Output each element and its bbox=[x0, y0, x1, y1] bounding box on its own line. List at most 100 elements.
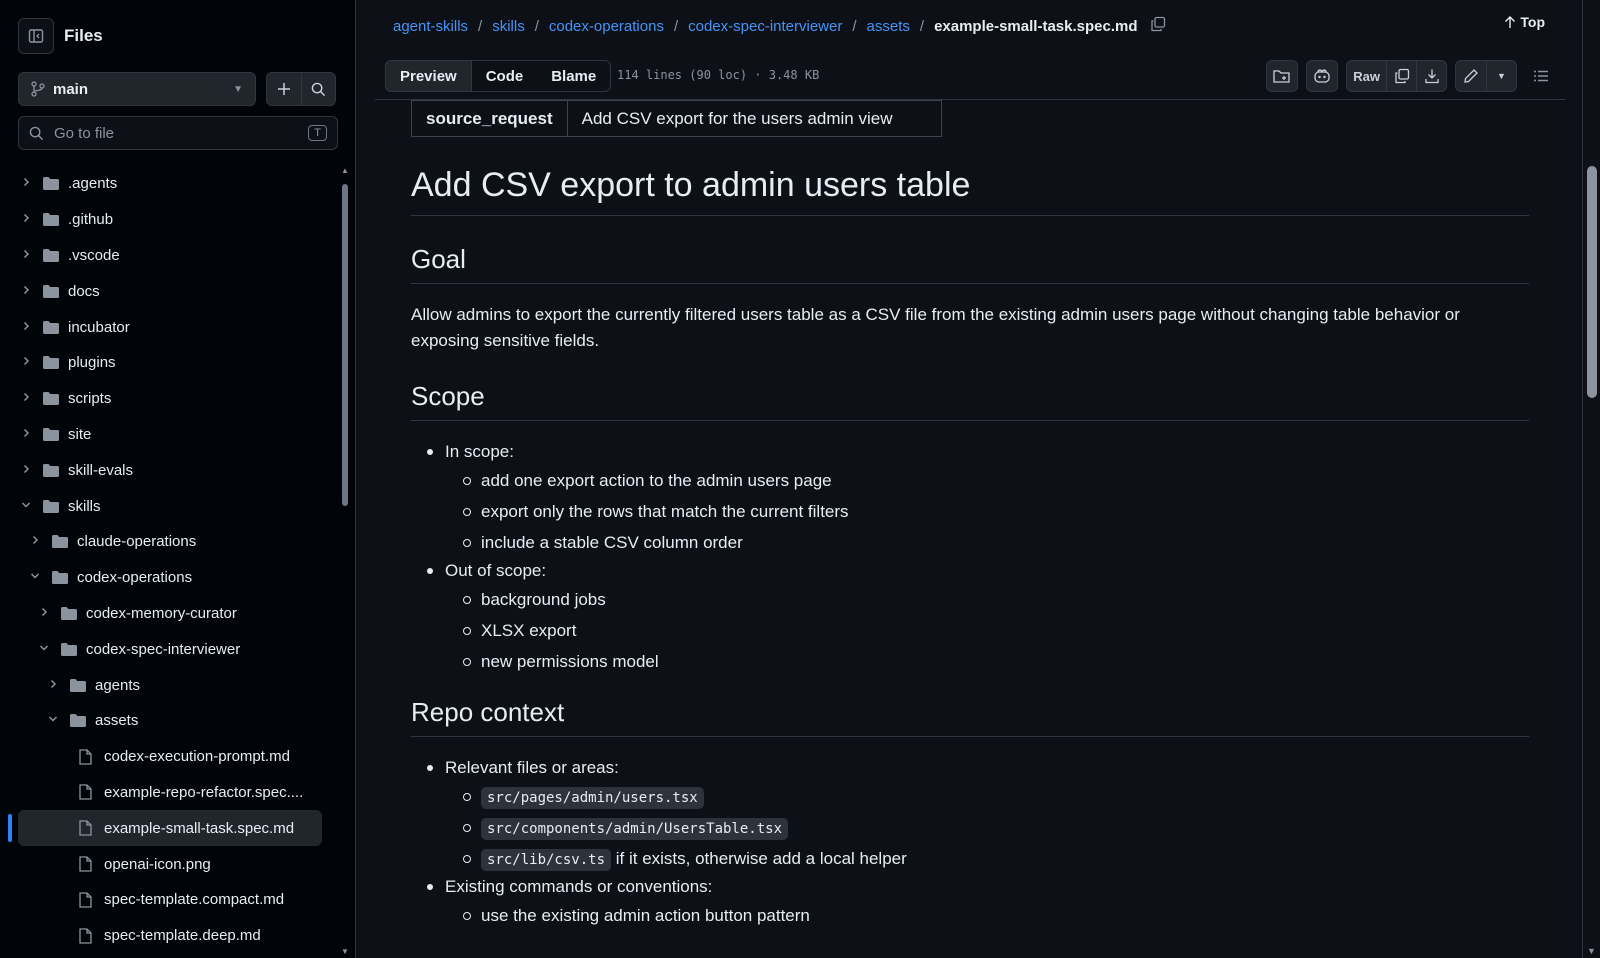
chevron-right-icon[interactable] bbox=[18, 249, 34, 262]
tree-file[interactable]: openai-icon.png bbox=[0, 846, 338, 882]
folder-icon bbox=[42, 319, 62, 335]
search-icon bbox=[311, 82, 326, 96]
edit-button[interactable] bbox=[1456, 61, 1486, 91]
branch-name: main bbox=[53, 80, 89, 98]
edit-menu-button[interactable]: ▼ bbox=[1486, 61, 1516, 91]
main-scrollbar[interactable]: ▼ bbox=[1582, 0, 1600, 958]
tree-folder[interactable]: claude-operations bbox=[0, 524, 338, 560]
chevron-down-icon[interactable] bbox=[18, 500, 34, 513]
breadcrumb-link[interactable]: skills bbox=[492, 18, 525, 35]
tree-folder[interactable]: assets bbox=[0, 703, 338, 739]
tree-folder[interactable]: skill-evals bbox=[0, 452, 338, 488]
tree-folder[interactable]: .vscode bbox=[0, 238, 338, 274]
tree-folder[interactable]: site bbox=[0, 417, 338, 453]
search-button[interactable] bbox=[301, 73, 335, 105]
sidebar-header: Files bbox=[18, 18, 103, 54]
chevron-right-icon[interactable] bbox=[18, 392, 34, 405]
chevron-right-icon[interactable] bbox=[18, 356, 34, 369]
raw-button[interactable]: Raw bbox=[1347, 61, 1386, 91]
top-button[interactable]: Top bbox=[1504, 14, 1545, 30]
scroll-down-icon[interactable]: ▼ bbox=[341, 947, 349, 956]
list-outline-icon bbox=[1534, 70, 1548, 82]
caret-down-icon: ▼ bbox=[1497, 71, 1506, 81]
tree-folder[interactable]: codex-memory-curator bbox=[0, 596, 338, 632]
chevron-right-icon[interactable] bbox=[45, 679, 61, 692]
branch-selector[interactable]: main ▼ bbox=[18, 72, 256, 106]
view-tabs: Preview Code Blame bbox=[385, 60, 612, 92]
chevron-down-icon[interactable] bbox=[36, 643, 52, 656]
tree-file[interactable]: spec-template.deep.md bbox=[0, 918, 338, 954]
main-scroll-thumb[interactable] bbox=[1587, 166, 1597, 398]
chevron-right-icon[interactable] bbox=[18, 321, 34, 334]
tab-blame[interactable]: Blame bbox=[537, 61, 610, 91]
tree-item-label: .agents bbox=[68, 175, 118, 193]
list-item: Relevant files or areas: src/pages/admin… bbox=[425, 755, 907, 874]
chevron-right-icon[interactable] bbox=[36, 607, 52, 620]
scroll-down-icon[interactable]: ▼ bbox=[1587, 946, 1596, 956]
copy-raw-button[interactable] bbox=[1386, 61, 1416, 91]
breadcrumb-link[interactable]: codex-operations bbox=[549, 18, 664, 35]
open-symbols-button[interactable] bbox=[1266, 60, 1299, 92]
tree-item-label: example-repo-refactor.spec.... bbox=[104, 783, 304, 801]
sidebar-scrollbar[interactable]: ▲ ▼ bbox=[340, 166, 350, 958]
breadcrumb-link[interactable]: codex-spec-interviewer bbox=[688, 18, 842, 35]
tree-file[interactable]: example-repo-refactor.spec.... bbox=[0, 775, 338, 811]
breadcrumb-current: example-small-task.spec.md bbox=[934, 17, 1138, 35]
tree-folder[interactable]: .agents bbox=[0, 166, 338, 202]
sidebar-scroll-thumb[interactable] bbox=[342, 184, 348, 506]
tree-folder[interactable]: skills bbox=[0, 488, 338, 524]
scope-heading: Scope bbox=[411, 381, 1529, 421]
folder-icon bbox=[42, 212, 62, 228]
in-scope-label: In scope: bbox=[445, 442, 514, 461]
tab-code[interactable]: Code bbox=[472, 61, 538, 91]
tree-folder[interactable]: incubator bbox=[0, 309, 338, 345]
scroll-up-icon[interactable]: ▲ bbox=[341, 166, 349, 175]
list-item: Existing commands or conventions: use th… bbox=[425, 874, 907, 931]
tree-item-label: docs bbox=[68, 282, 100, 300]
chevron-right-icon[interactable] bbox=[18, 213, 34, 226]
copy-path-button[interactable] bbox=[1150, 16, 1166, 36]
file-path: src/pages/admin/users.tsx bbox=[481, 787, 704, 809]
breadcrumb-link[interactable]: assets bbox=[867, 18, 910, 35]
copilot-button[interactable] bbox=[1306, 60, 1339, 92]
tree-item-label: codex-execution-prompt.md bbox=[104, 748, 290, 766]
tree-file[interactable]: codex-execution-prompt.md bbox=[0, 739, 338, 775]
tree-folder[interactable]: codex-operations bbox=[0, 560, 338, 596]
chevron-right-icon[interactable] bbox=[18, 464, 34, 477]
chevron-right-icon[interactable] bbox=[18, 285, 34, 298]
go-to-file-input[interactable]: Go to file T bbox=[18, 116, 338, 150]
out-scope-label: Out of scope: bbox=[445, 561, 547, 580]
outline-button[interactable] bbox=[1525, 60, 1557, 92]
collapse-sidebar-button[interactable] bbox=[18, 18, 54, 54]
chevron-right-icon[interactable] bbox=[18, 177, 34, 190]
tab-preview[interactable]: Preview bbox=[386, 61, 472, 91]
tree-folder[interactable]: plugins bbox=[0, 345, 338, 381]
tree-item-label: skills bbox=[68, 497, 101, 515]
tree-folder[interactable]: scripts bbox=[0, 381, 338, 417]
chevron-right-icon[interactable] bbox=[18, 428, 34, 441]
chevron-down-icon[interactable] bbox=[27, 571, 43, 584]
tree-item-label: .github bbox=[68, 211, 114, 229]
folder-icon bbox=[51, 570, 71, 586]
file-icon bbox=[78, 820, 98, 836]
toolbar-actions: Raw ▼ bbox=[1266, 60, 1557, 92]
tree-file[interactable]: example-small-task.spec.md bbox=[8, 810, 322, 847]
chevron-right-icon[interactable] bbox=[27, 535, 43, 548]
add-file-button[interactable] bbox=[267, 73, 301, 105]
download-button[interactable] bbox=[1416, 61, 1446, 91]
tree-folder[interactable]: docs bbox=[0, 273, 338, 309]
tree-item-label: scripts bbox=[68, 390, 112, 408]
chevron-down-icon[interactable] bbox=[45, 714, 61, 727]
tree-folder[interactable]: codex-spec-interviewer bbox=[0, 631, 338, 667]
tree-folder[interactable]: .github bbox=[0, 202, 338, 238]
breadcrumb-link[interactable]: agent-skills bbox=[393, 18, 468, 35]
tree-folder[interactable]: agents bbox=[0, 667, 338, 703]
out-scope-list: background jobs XLSX export new permission… bbox=[461, 584, 849, 677]
repo-context-heading: Repo context bbox=[411, 697, 1529, 737]
tree-item-label: assets bbox=[95, 712, 139, 730]
breadcrumb: agent-skills / skills / codex-operations / cod… bbox=[393, 14, 1166, 38]
tree-file[interactable]: spec-template.compact.md bbox=[0, 882, 338, 918]
tree-item-label: codex-memory-curator bbox=[86, 604, 237, 622]
list-item: In scope: add one export action to the a… bbox=[425, 439, 849, 558]
caret-down-icon: ▼ bbox=[233, 83, 243, 95]
